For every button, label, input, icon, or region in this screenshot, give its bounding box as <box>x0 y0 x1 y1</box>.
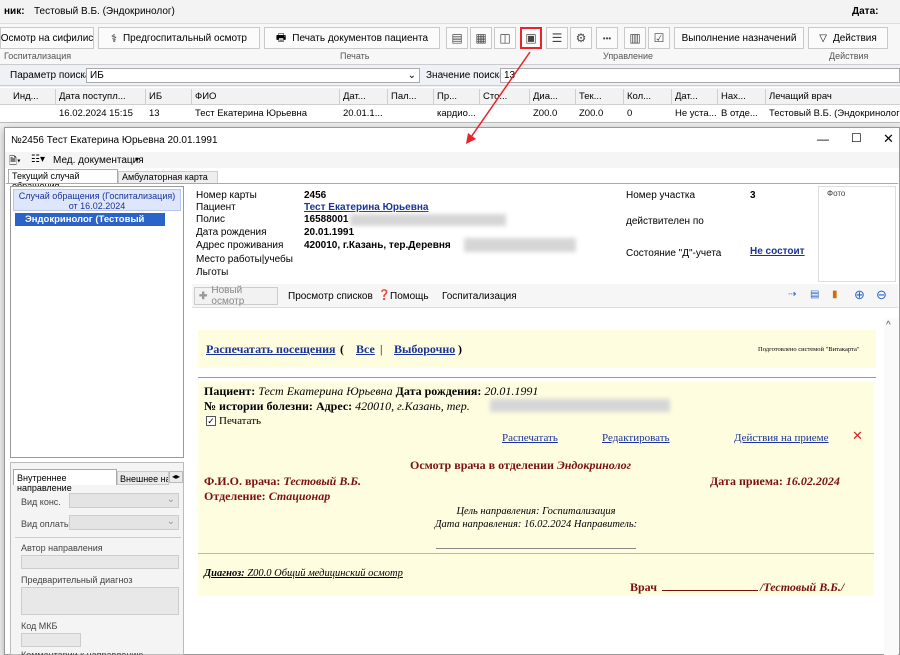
arrow-head <box>466 133 476 144</box>
annotation-arrow <box>466 51 531 144</box>
arrow-line <box>468 51 531 141</box>
